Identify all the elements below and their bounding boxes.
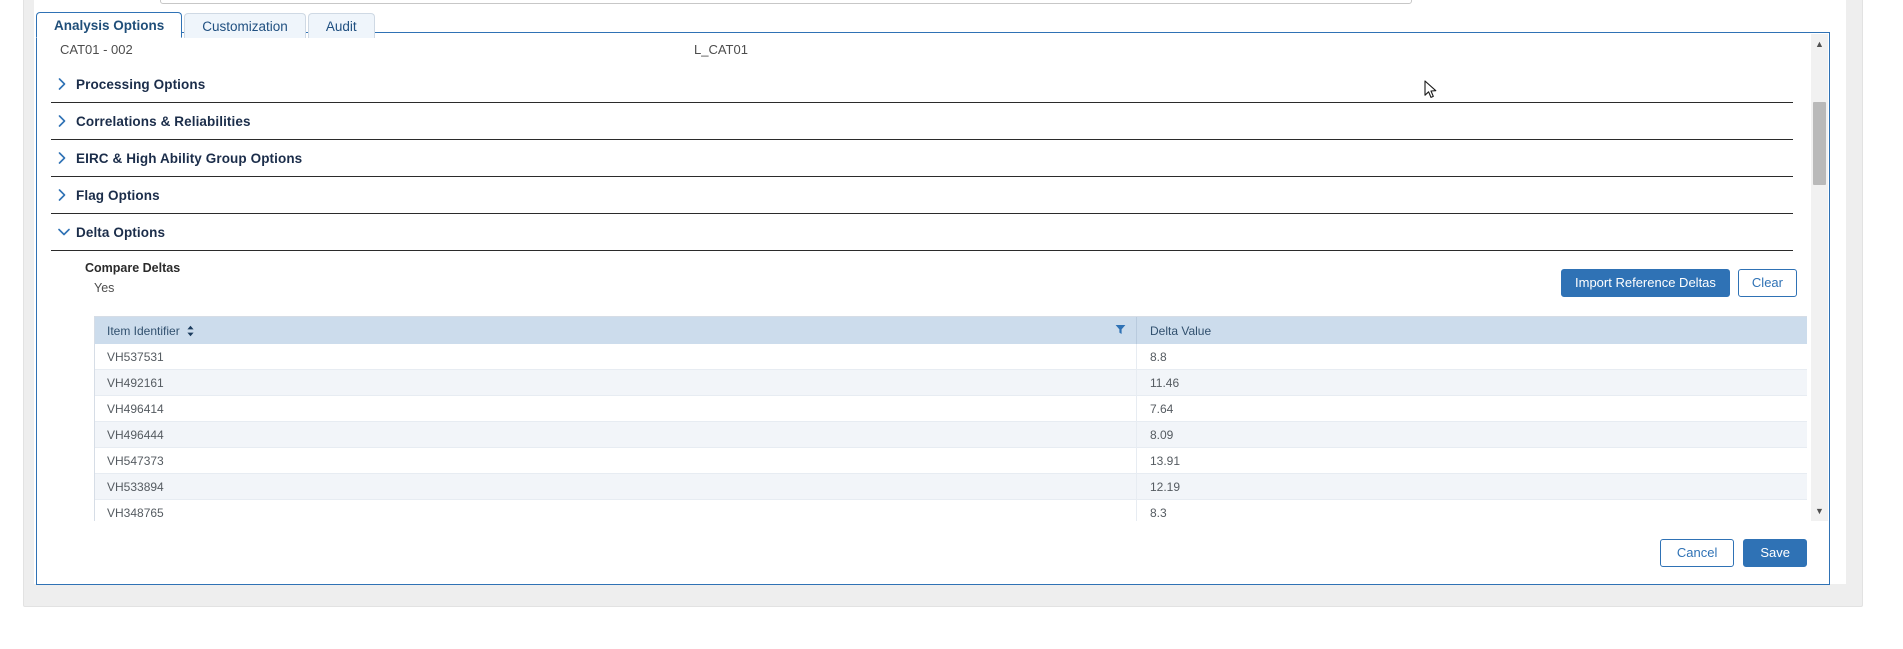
cell-item-identifier: VH537531 [95,344,1137,369]
chevron-right-icon [58,152,76,164]
save-button[interactable]: Save [1743,538,1807,568]
catalog-identifier: CAT01 - 002 [60,42,133,57]
section-flag-options[interactable]: Flag Options [51,177,1793,214]
column-header-item-identifier[interactable]: Item Identifier [95,317,1137,344]
tab-audit[interactable]: Audit [307,13,375,38]
cell-item-identifier: VH533894 [95,474,1137,499]
sort-icon[interactable] [186,325,195,337]
cell-item-identifier: VH547373 [95,448,1137,473]
cell-item-identifier: VH496414 [95,396,1137,421]
delta-values-table: Item Identifier Delta Value VH537531 8.8… [94,316,1807,521]
scroll-up-arrow-icon[interactable]: ▲ [1811,36,1828,52]
tab-strip: Analysis Options Customization Audit [36,7,377,38]
filter-icon[interactable] [1115,322,1126,340]
chevron-down-icon [58,228,76,236]
delta-action-buttons: Import Reference Deltas Clear [1561,269,1797,298]
cell-delta-value: 11.46 [1150,375,1180,390]
table-row[interactable]: VH537531 8.8 [95,344,1807,370]
table-row[interactable]: VH348765 8.3 [95,500,1807,521]
table-row[interactable]: VH533894 12.19 [95,474,1807,500]
section-title: Flag Options [76,187,160,203]
section-title: Processing Options [76,76,206,92]
chevron-right-icon [58,189,76,201]
scrollbar-thumb[interactable] [1813,102,1826,185]
tab-analysis-options[interactable]: Analysis Options [36,12,183,38]
label-identifier: L_CAT01 [694,42,748,57]
cell-delta-value: 8.8 [1150,349,1167,364]
panel-footer: Cancel Save [37,522,1829,584]
cell-item-identifier: VH496444 [95,422,1137,447]
section-title: Correlations & Reliabilities [76,113,251,129]
cell-delta-value: 8.09 [1150,427,1174,442]
column-header-delta-value[interactable]: Delta Value [1137,317,1807,344]
tab-audit-label: Audit [325,18,357,34]
cell-item-identifier: VH492161 [95,370,1137,395]
chevron-right-icon [58,115,76,127]
cell-delta-value: 13.91 [1150,453,1181,468]
scroll-down-arrow-icon[interactable]: ▼ [1811,503,1828,519]
section-title: Delta Options [76,224,166,240]
tab-analysis-options-label: Analysis Options [54,17,165,33]
table-row[interactable]: VH496444 8.09 [95,422,1807,448]
table-row[interactable]: VH492161 11.46 [95,370,1807,396]
cancel-button[interactable]: Cancel [1659,538,1735,568]
section-delta-options[interactable]: Delta Options [51,214,1793,251]
cell-item-identifier: VH348765 [95,500,1137,521]
table-row[interactable]: VH547373 13.91 [95,448,1807,474]
import-reference-deltas-button[interactable]: Import Reference Deltas [1561,269,1730,298]
analysis-options-panel: CAT01 - 002 L_CAT01 Processing Options C… [36,32,1830,585]
clear-button[interactable]: Clear [1737,269,1797,298]
chevron-right-icon [58,78,76,90]
column-header-label: Item Identifier [107,323,180,338]
compare-deltas-label: Compare Deltas [85,261,181,275]
section-processing-options[interactable]: Processing Options [51,66,1793,103]
column-header-label: Delta Value [1150,323,1212,338]
vertical-scrollbar[interactable]: ▲ ▼ [1810,34,1828,521]
cell-delta-value: 12.19 [1150,479,1181,494]
tab-customization-label: Customization [202,18,288,34]
tab-customization[interactable]: Customization [184,13,306,38]
top-field-stub [160,0,1412,4]
table-header-row: Item Identifier Delta Value [95,317,1807,344]
section-eirc-high-ability-group-options[interactable]: EIRC & High Ability Group Options [51,140,1793,177]
panel-scroll-content: CAT01 - 002 L_CAT01 Processing Options C… [37,33,1807,521]
cell-delta-value: 8.3 [1150,505,1167,520]
cell-delta-value: 7.64 [1150,401,1174,416]
table-row[interactable]: VH496414 7.64 [95,396,1807,422]
section-correlations-reliabilities[interactable]: Correlations & Reliabilities [51,103,1793,140]
section-title: EIRC & High Ability Group Options [76,150,303,166]
screen-root: Analysis Options Customization Audit CAT… [0,0,1903,649]
compare-deltas-value: Yes [94,281,115,295]
